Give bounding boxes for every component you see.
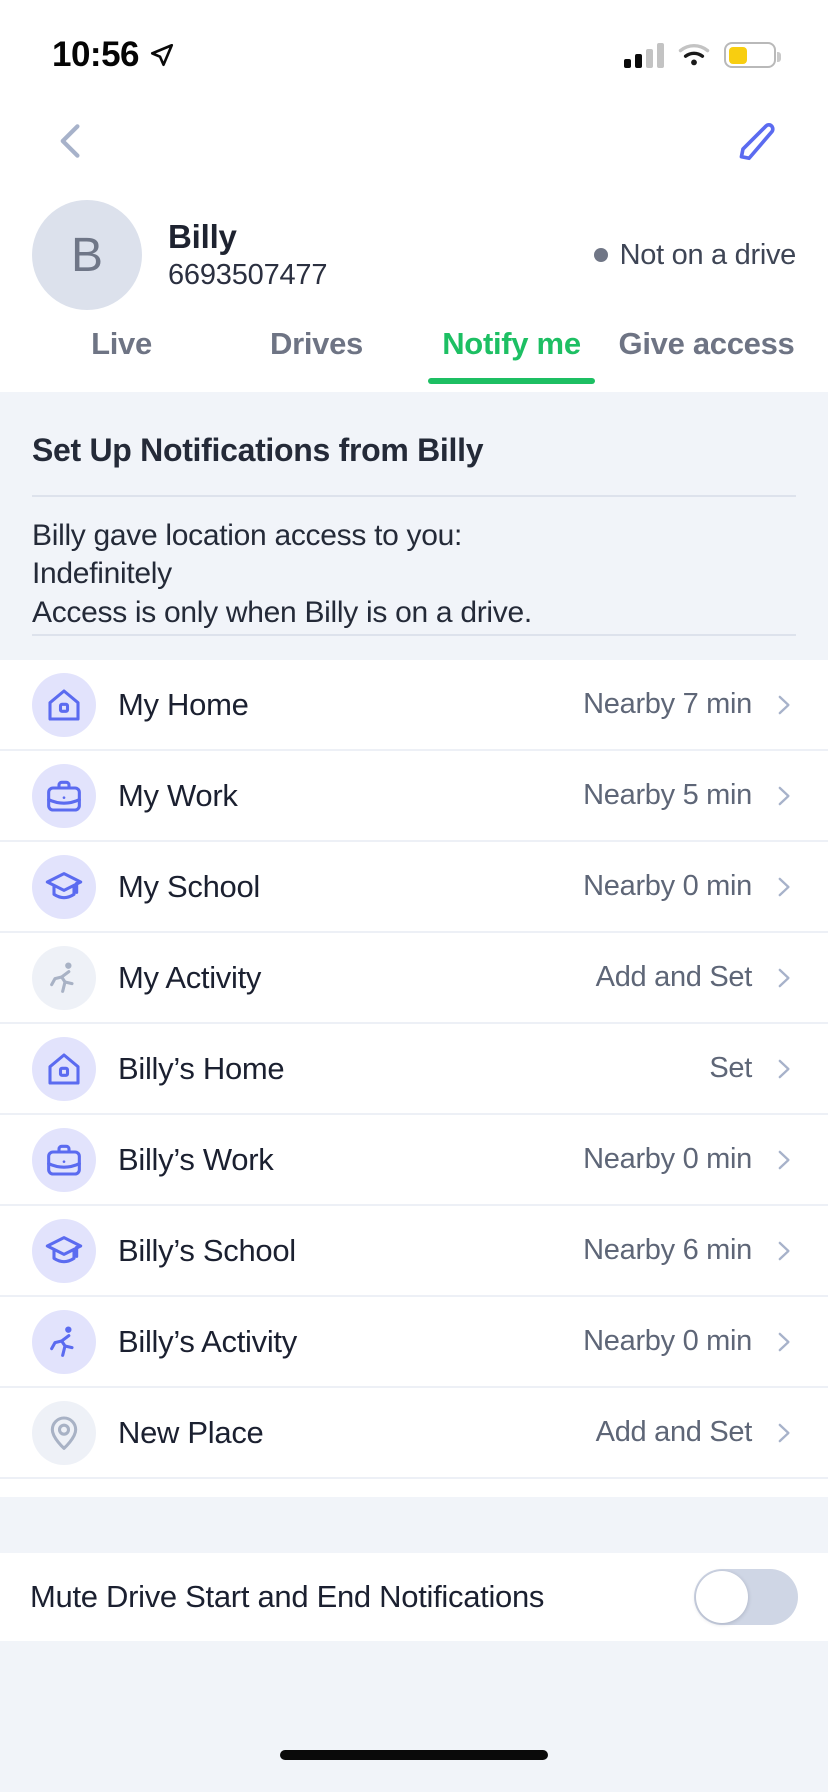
place-row[interactable]: My Home Nearby 7 min xyxy=(0,660,828,751)
place-label: Billy’s Home xyxy=(118,1050,285,1086)
chevron-right-icon xyxy=(770,776,796,816)
place-value: Nearby 5 min xyxy=(583,779,752,811)
section-spacer xyxy=(0,1497,828,1553)
place-label: Billy’s Work xyxy=(118,1141,274,1177)
place-row[interactable]: My Activity Add and Set xyxy=(0,933,828,1024)
wifi-icon xyxy=(678,43,710,67)
place-label: Billy’s School xyxy=(118,1232,296,1268)
place-value: Nearby 7 min xyxy=(583,688,752,720)
graduation-cap-icon xyxy=(32,854,96,919)
place-row[interactable]: New Place Add and Set xyxy=(0,1388,828,1479)
tab-bar: Live Drives Notify me Give access xyxy=(0,326,828,392)
place-label: My Activity xyxy=(118,959,262,995)
status-dot-icon xyxy=(593,248,608,262)
place-row[interactable]: My Work Nearby 5 min xyxy=(0,751,828,842)
tab-live[interactable]: Live xyxy=(24,326,219,384)
back-chevron-icon xyxy=(49,119,93,168)
place-row[interactable]: Billy’s School Nearby 6 min xyxy=(0,1206,828,1297)
map-pin-icon xyxy=(32,1400,96,1465)
info-panel-divider-bottom xyxy=(32,634,796,636)
places-list: My Home Nearby 7 min My Work Nearby 5 min My… xyxy=(0,660,828,1479)
home-icon xyxy=(32,1036,96,1101)
nav-bar xyxy=(0,100,828,186)
tab-drives[interactable]: Drives xyxy=(219,326,414,384)
place-value: Add and Set xyxy=(595,961,753,993)
briefcase-icon xyxy=(32,763,96,828)
place-value: Nearby 6 min xyxy=(583,1234,752,1266)
chevron-right-icon xyxy=(770,1413,796,1453)
profile-name: Billy xyxy=(168,218,237,255)
place-value: Nearby 0 min xyxy=(583,870,752,902)
drive-status-badge: Not on a drive xyxy=(593,238,797,272)
mute-notifications-row[interactable]: Mute Drive Start and End Notifications xyxy=(0,1553,828,1641)
toggle-knob xyxy=(696,1571,748,1623)
place-label: My Work xyxy=(118,777,238,813)
place-value: Nearby 0 min xyxy=(583,1325,752,1357)
chevron-right-icon xyxy=(770,1322,796,1362)
tab-give-access[interactable]: Give access xyxy=(609,326,804,384)
profile-header: B Billy 6693507477 Not on a drive xyxy=(0,196,828,314)
status-time: 10:56 xyxy=(52,35,140,74)
profile-info: Billy 6693507477 xyxy=(168,218,327,292)
mute-notifications-toggle[interactable] xyxy=(694,1569,798,1625)
graduation-cap-icon xyxy=(32,1218,96,1283)
info-line-1: Billy gave location access to you: xyxy=(32,519,463,552)
info-panel-divider-top xyxy=(32,495,796,497)
info-line-3: Access is only when Billy is on a drive. xyxy=(32,595,532,629)
chevron-right-icon xyxy=(770,1140,796,1180)
place-label: My Home xyxy=(118,686,249,722)
running-person-icon xyxy=(32,945,96,1010)
info-panel-title: Set Up Notifications from Billy xyxy=(32,432,484,468)
place-row[interactable]: Billy’s Work Nearby 0 min xyxy=(0,1115,828,1206)
running-person-icon xyxy=(32,1309,96,1374)
chevron-right-icon xyxy=(770,867,796,907)
edit-pencil-icon xyxy=(733,118,779,169)
info-line-2: Indefinitely xyxy=(32,557,172,591)
place-row[interactable]: Billy’s Activity Nearby 0 min xyxy=(0,1297,828,1388)
info-panel-body: Billy gave location access to you: Indef… xyxy=(32,517,796,632)
mute-notifications-label: Mute Drive Start and End Notifications xyxy=(30,1579,545,1614)
place-value: Add and Set xyxy=(595,1416,753,1448)
place-value: Nearby 0 min xyxy=(583,1143,752,1175)
bottom-safe-area xyxy=(0,1641,828,1792)
status-bar-left: 10:56 xyxy=(52,35,175,75)
drive-status-label: Not on a drive xyxy=(619,238,797,271)
chevron-right-icon xyxy=(770,958,796,998)
place-label: My School xyxy=(118,868,261,904)
status-bar-right xyxy=(624,42,781,68)
chevron-right-icon xyxy=(770,685,796,725)
home-icon xyxy=(32,672,96,737)
place-label: New Place xyxy=(118,1414,264,1450)
place-row[interactable]: My School Nearby 0 min xyxy=(0,842,828,933)
info-panel: Set Up Notifications from Billy Billy ga… xyxy=(0,392,828,660)
back-button[interactable] xyxy=(44,116,98,170)
location-arrow-icon xyxy=(149,42,175,68)
edit-button[interactable] xyxy=(728,115,784,171)
briefcase-icon xyxy=(32,1127,96,1192)
place-label: Billy’s Activity xyxy=(118,1323,297,1359)
cellular-signal-icon xyxy=(624,42,664,68)
chevron-right-icon xyxy=(770,1231,796,1271)
avatar-initial: B xyxy=(70,228,103,282)
place-value: Set xyxy=(709,1052,752,1084)
home-indicator xyxy=(280,1750,548,1760)
tab-notify-me[interactable]: Notify me xyxy=(414,326,609,384)
battery-low-power-icon xyxy=(724,42,781,68)
chevron-right-icon xyxy=(770,1049,796,1089)
place-row[interactable]: Billy’s Home Set xyxy=(0,1024,828,1115)
profile-phone: 6693507477 xyxy=(168,259,328,291)
phone-screen: 10:56 B Billy 6693507477 Not on a drive … xyxy=(0,0,828,1792)
avatar: B xyxy=(32,200,142,310)
status-bar: 10:56 xyxy=(0,0,828,92)
